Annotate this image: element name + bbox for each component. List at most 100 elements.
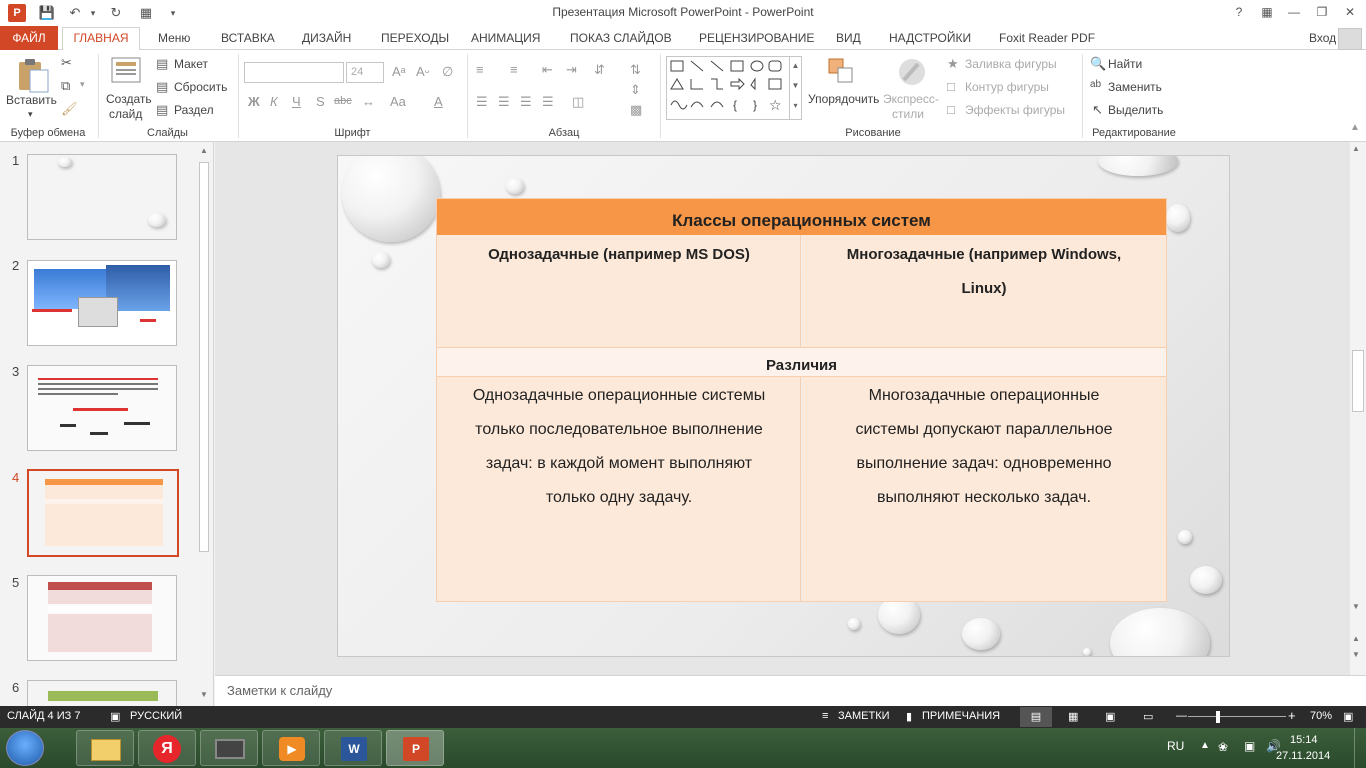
- start-button[interactable]: [6, 730, 44, 766]
- scroll-down-icon[interactable]: ▼: [198, 690, 210, 702]
- ribbon-display-options-icon[interactable]: ▦: [1254, 2, 1280, 22]
- align-right-icon[interactable]: ☰: [520, 94, 532, 110]
- shapes-gallery-scroll[interactable]: ▲ ▼ ▾: [789, 56, 801, 120]
- increase-indent-icon[interactable]: ⇥: [566, 62, 577, 78]
- decrease-font-icon[interactable]: Aᵕ: [416, 64, 430, 79]
- explorer-taskbar-button[interactable]: [76, 730, 134, 766]
- tab-animation[interactable]: АНИМАЦИЯ: [467, 29, 544, 50]
- tray-app-icon[interactable]: ❀: [1218, 740, 1228, 754]
- quick-styles-button[interactable]: Экспресс-: [883, 92, 939, 106]
- font-family-field[interactable]: [244, 62, 344, 83]
- tab-file[interactable]: ФАЙЛ: [0, 26, 58, 50]
- line-spacing-icon[interactable]: ⇵: [594, 62, 605, 78]
- zoom-level[interactable]: 70%: [1310, 710, 1332, 722]
- app-taskbar-button[interactable]: [200, 730, 258, 766]
- scroll-up-icon[interactable]: ▲: [1352, 144, 1360, 153]
- tab-transitions[interactable]: ПЕРЕХОДЫ: [377, 29, 453, 50]
- replace-icon[interactable]: ab: [1090, 79, 1101, 90]
- thumbnails-scrollbar[interactable]: ▲ ▼: [198, 146, 210, 702]
- slide-thumbnail-6[interactable]: [27, 680, 177, 706]
- slide-scrollbar[interactable]: ▲ ▼ ▲ ▼: [1350, 142, 1366, 675]
- new-slide-icon[interactable]: [110, 56, 144, 88]
- notes-toggle-icon[interactable]: ≡: [822, 710, 828, 722]
- columns-icon[interactable]: ◫: [572, 94, 584, 110]
- underline-button[interactable]: Ч: [292, 94, 301, 109]
- tray-expand-icon[interactable]: ▲: [1200, 740, 1210, 751]
- layout-icon[interactable]: ▤: [156, 56, 168, 72]
- reset-icon[interactable]: ▤: [156, 79, 168, 95]
- replace-button[interactable]: Заменить: [1108, 80, 1162, 94]
- next-slide-icon[interactable]: ▼: [1352, 650, 1360, 659]
- font-color-icon[interactable]: A: [434, 94, 443, 109]
- notes-toggle-button[interactable]: ЗАМЕТКИ: [838, 710, 890, 722]
- shape-outline-button[interactable]: Контур фигуры: [965, 80, 1049, 94]
- zoom-out-icon[interactable]: —: [1176, 710, 1187, 722]
- classes-table[interactable]: Классы операционных систем Однозадачные …: [436, 198, 1167, 602]
- paste-icon[interactable]: [16, 56, 50, 94]
- copy-dropdown-icon[interactable]: ▾: [80, 79, 85, 90]
- network-icon[interactable]: ▣: [1244, 739, 1255, 753]
- section-button[interactable]: Раздел: [174, 103, 214, 117]
- align-left-icon[interactable]: ☰: [476, 94, 488, 110]
- clock-time[interactable]: 15:14: [1290, 734, 1318, 746]
- strikethrough-button[interactable]: abc: [334, 95, 352, 107]
- tab-addins[interactable]: НАДСТРОЙКИ: [885, 29, 975, 50]
- cut-icon[interactable]: ✂: [61, 55, 72, 71]
- word-taskbar-button[interactable]: W: [324, 730, 382, 766]
- new-slide-button[interactable]: Создать: [106, 92, 152, 106]
- show-desktop-button[interactable]: [1354, 728, 1366, 768]
- arrange-icon[interactable]: [826, 56, 858, 86]
- user-avatar[interactable]: [1338, 28, 1362, 50]
- zoom-slider-track[interactable]: [1188, 716, 1286, 717]
- align-text-icon[interactable]: ⇕: [630, 82, 641, 98]
- slide-thumbnail-1[interactable]: [27, 154, 177, 240]
- tab-review[interactable]: РЕЦЕНЗИРОВАНИЕ: [695, 29, 818, 50]
- clear-formatting-icon[interactable]: ∅: [442, 64, 453, 80]
- collapse-ribbon-icon[interactable]: ▲: [1350, 122, 1360, 133]
- language-indicator[interactable]: РУССКИЙ: [130, 710, 182, 722]
- thumbnails-scroll-thumb[interactable]: [199, 162, 209, 552]
- shape-effects-button[interactable]: Эффекты фигуры: [965, 103, 1065, 117]
- tab-insert[interactable]: ВСТАВКА: [217, 29, 279, 50]
- paste-dropdown-icon[interactable]: ▾: [28, 109, 33, 120]
- reading-view-icon[interactable]: ▣: [1105, 710, 1115, 723]
- zoom-in-icon[interactable]: +: [1288, 708, 1296, 723]
- format-painter-icon[interactable]: 🖌: [61, 101, 78, 117]
- quick-styles-icon[interactable]: [896, 56, 928, 88]
- bullets-icon[interactable]: ≡: [476, 62, 484, 77]
- numbering-icon[interactable]: ≡: [510, 62, 518, 77]
- decrease-indent-icon[interactable]: ⇤: [542, 62, 553, 78]
- comments-button[interactable]: ПРИМЕЧАНИЯ: [922, 710, 1000, 722]
- font-size-field[interactable]: 24: [346, 62, 384, 83]
- minimize-button[interactable]: —: [1281, 2, 1307, 22]
- close-button[interactable]: ✕: [1337, 2, 1363, 22]
- input-language[interactable]: RU: [1167, 739, 1184, 753]
- copy-icon[interactable]: ⧉: [61, 78, 70, 94]
- layout-button[interactable]: Макет: [174, 57, 208, 71]
- spellcheck-icon[interactable]: ▣: [110, 710, 120, 723]
- slide-sorter-icon[interactable]: ▦: [1068, 710, 1078, 723]
- italic-button[interactable]: К: [270, 94, 278, 109]
- slideshow-view-icon[interactable]: ▭: [1143, 710, 1153, 723]
- clock-date[interactable]: 27.11.2014: [1276, 750, 1330, 762]
- slide-scroll-thumb[interactable]: [1352, 350, 1364, 412]
- shape-fill-icon[interactable]: ★: [947, 56, 959, 72]
- shadow-button[interactable]: S: [316, 94, 325, 109]
- scroll-down-icon[interactable]: ▼: [1352, 602, 1360, 611]
- sign-in-link[interactable]: Вход: [1305, 29, 1340, 50]
- arrange-button[interactable]: Упорядочить: [808, 92, 879, 106]
- powerpoint-taskbar-button[interactable]: P: [386, 730, 444, 766]
- text-direction-icon[interactable]: ⇅: [630, 62, 641, 78]
- zoom-slider-thumb[interactable]: [1216, 711, 1220, 723]
- previous-slide-icon[interactable]: ▲: [1352, 634, 1360, 643]
- shape-effects-icon[interactable]: □: [947, 102, 955, 117]
- tab-slideshow[interactable]: ПОКАЗ СЛАЙДОВ: [566, 29, 676, 50]
- tab-foxit-reader-pdf[interactable]: Foxit Reader PDF: [995, 29, 1099, 50]
- section-icon[interactable]: ▤: [156, 102, 168, 118]
- paste-button[interactable]: Вставить: [6, 93, 57, 107]
- change-case-button[interactable]: Aa: [390, 94, 406, 109]
- align-center-icon[interactable]: ☰: [498, 94, 510, 110]
- reset-button[interactable]: Сбросить: [174, 80, 227, 94]
- normal-view-icon[interactable]: ▤: [1020, 707, 1052, 727]
- select-icon[interactable]: ↖: [1092, 102, 1103, 118]
